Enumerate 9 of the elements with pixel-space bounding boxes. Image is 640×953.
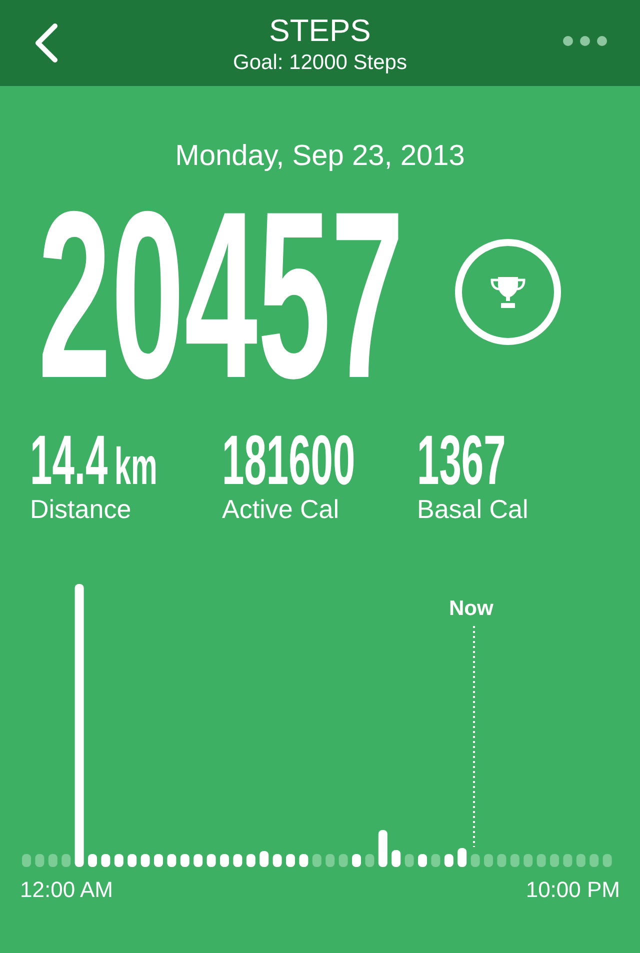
now-label: Now bbox=[449, 596, 494, 622]
date-label: Monday, Sep 23, 2013 bbox=[175, 139, 465, 174]
step-count: 20457 bbox=[38, 211, 404, 381]
goal-subtitle: Goal: 12000 Steps bbox=[233, 50, 407, 76]
more-icon[interactable] bbox=[562, 34, 608, 48]
axis-end-label: 10:00 PM bbox=[526, 876, 620, 904]
axis-start-label: 12:00 AM bbox=[20, 876, 113, 904]
screen-title: STEPS bbox=[269, 12, 371, 50]
trophy-icon bbox=[490, 275, 526, 309]
